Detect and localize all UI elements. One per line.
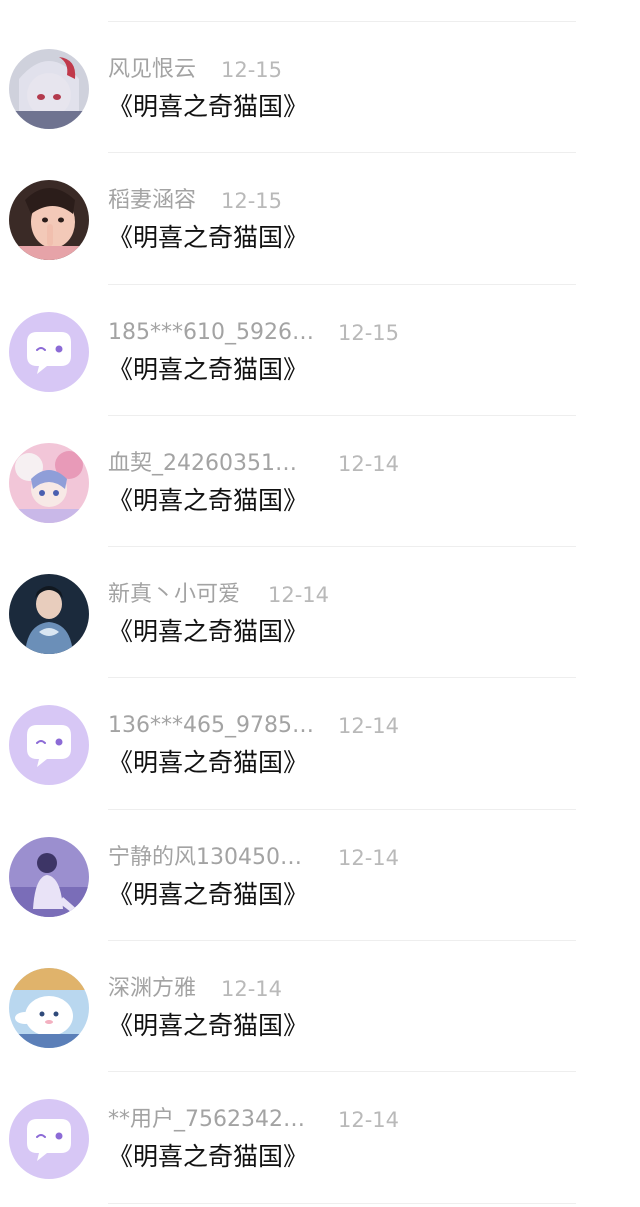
divider [108, 1202, 576, 1204]
message-date: 12-14 [338, 714, 400, 739]
message-preview: 《明喜之奇猫国》 [108, 485, 309, 515]
message-date: 12-14 [221, 977, 283, 1002]
avatar-photo-person-purple [9, 836, 89, 917]
conversation-list: 风见恨云 12-15 《明喜之奇猫国》 稻妻涵容 12-15 《明喜之奇猫国》 [0, 22, 640, 1204]
message-date: 12-14 [338, 1108, 400, 1133]
username: 新真丶小可爱 [108, 582, 241, 608]
conversation-item[interactable]: 新真丶小可爱 12-14 《明喜之奇猫国》 [0, 547, 640, 679]
message-preview: 《明喜之奇猫国》 [108, 92, 309, 121]
conversation-item[interactable]: **用户_7562342… 12-14 《明喜之奇猫国》 [0, 1072, 640, 1204]
avatar[interactable] [9, 968, 89, 1049]
avatar[interactable] [9, 49, 89, 129]
avatar[interactable] [9, 705, 89, 786]
message-preview: 《明喜之奇猫国》 [108, 1142, 309, 1172]
default-chat-icon [9, 705, 89, 786]
conversation-item[interactable]: 宁静的风130450… 12-14 《明喜之奇猫国》 [0, 810, 640, 942]
username: 血契_24260351… [108, 450, 297, 476]
message-preview: 《明喜之奇猫国》 [108, 617, 309, 647]
message-date: 12-15 [221, 189, 283, 214]
avatar-photo-anime-group [9, 442, 89, 523]
username: 宁静的风130450… [108, 844, 302, 870]
message-date: 12-14 [338, 845, 400, 870]
default-chat-icon [9, 311, 89, 392]
message-preview: 《明喜之奇猫国》 [108, 354, 309, 384]
username: 185***610_5926… [108, 319, 314, 345]
conversation-item[interactable]: 风见恨云 12-15 《明喜之奇猫国》 [0, 22, 640, 154]
avatar[interactable] [9, 180, 89, 261]
message-date: 12-15 [338, 320, 400, 345]
conversation-item[interactable]: 血契_24260351… 12-14 《明喜之奇猫国》 [0, 416, 640, 548]
avatar[interactable] [9, 311, 89, 392]
message-preview: 《明喜之奇猫国》 [108, 223, 309, 253]
conversation-item[interactable]: 185***610_5926… 12-15 《明喜之奇猫国》 [0, 285, 640, 416]
avatar-photo-cinnamoroll [9, 968, 89, 1049]
avatar[interactable] [9, 836, 89, 917]
message-date: 12-14 [338, 451, 400, 476]
conversation-item[interactable]: 136***465_9785… 12-14 《明喜之奇猫国》 [0, 678, 640, 810]
username: 136***465_9785… [108, 713, 314, 739]
message-preview: 《明喜之奇猫国》 [108, 1011, 309, 1041]
avatar[interactable] [9, 1099, 89, 1180]
message-date: 12-15 [221, 58, 283, 82]
avatar-photo-boy [9, 574, 89, 655]
message-preview: 《明喜之奇猫国》 [108, 748, 309, 778]
conversation-item[interactable]: 深渊方雅 12-14 《明喜之奇猫国》 [0, 941, 640, 1073]
conversation-item[interactable]: 稻妻涵容 12-15 《明喜之奇猫国》 [0, 153, 640, 285]
message-preview: 《明喜之奇猫国》 [108, 879, 309, 909]
message-date: 12-14 [268, 583, 330, 608]
avatar-photo-anime-girl [9, 49, 89, 129]
default-chat-icon [9, 1099, 89, 1180]
username: 深渊方雅 [108, 976, 197, 1002]
username: 稻妻涵容 [108, 188, 197, 214]
avatar-photo-girl [9, 180, 89, 261]
username: **用户_7562342… [108, 1107, 305, 1133]
avatar[interactable] [9, 574, 89, 655]
avatar[interactable] [9, 442, 89, 523]
username: 风见恨云 [108, 57, 197, 82]
